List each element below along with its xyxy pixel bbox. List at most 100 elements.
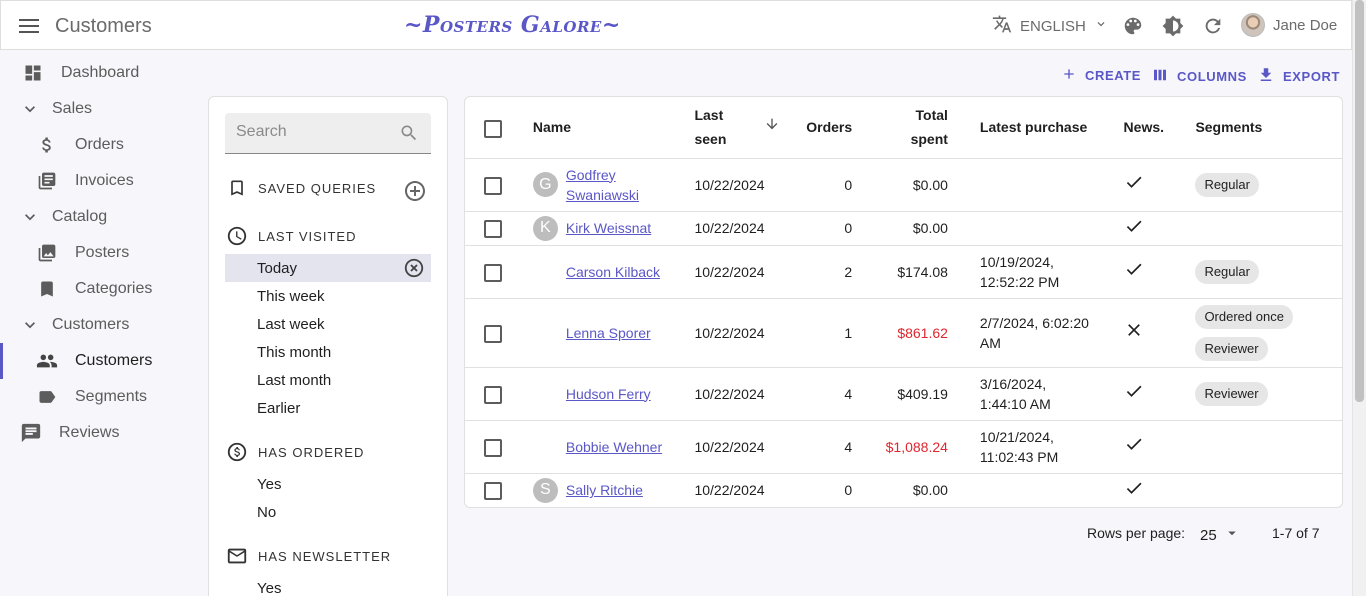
filter-item-today[interactable]: Today <box>225 254 431 282</box>
download-icon <box>1257 66 1275 87</box>
table-row[interactable]: G Godfrey Swaniawski 10/22/2024 0 $0.00 Re… <box>465 158 1342 212</box>
palette-icon[interactable] <box>1121 14 1145 38</box>
sidebar-item-orders[interactable]: Orders <box>35 127 124 163</box>
customer-link[interactable]: Lenna Sporer <box>566 323 651 343</box>
table-row[interactable]: Bobbie Wehner 10/22/2024 4 $1,088.24 10/… <box>465 420 1342 474</box>
row-checkbox[interactable] <box>484 220 502 239</box>
select-all-checkbox[interactable] <box>484 119 502 138</box>
row-checkbox[interactable] <box>484 324 502 343</box>
total-spent-cell: $1,088.24 <box>852 420 964 474</box>
table-row[interactable]: Lenna Sporer 10/22/2024 1 $861.62 2/7/20… <box>465 298 1342 368</box>
comment-icon <box>19 421 43 445</box>
customer-link[interactable]: Bobbie Wehner <box>566 437 662 457</box>
column-header-total-spent[interactable]: Total spent <box>852 97 964 159</box>
filter-item-newsletter-yes[interactable]: Yes <box>225 574 431 596</box>
sidebar-group-catalog[interactable]: Catalog <box>18 199 107 235</box>
column-header-newsletter[interactable]: News. <box>1107 97 1180 159</box>
column-header-last-seen[interactable]: Last seen <box>694 97 793 159</box>
last-seen-cell: 10/22/2024 <box>694 482 765 499</box>
check-icon <box>1124 220 1144 239</box>
column-header-name[interactable]: Name <box>520 97 695 159</box>
table-row[interactable]: Carson Kilback 10/22/2024 2 $174.08 10/1… <box>465 245 1342 299</box>
sidebar-item-customers[interactable]: Customers <box>35 343 152 379</box>
customer-link[interactable]: Kirk Weissnat <box>566 218 651 238</box>
caret-down-icon <box>1223 524 1241 546</box>
add-query-icon[interactable] <box>403 179 427 203</box>
sidebar-item-posters[interactable]: Posters <box>35 235 129 271</box>
filter-item-this-month[interactable]: This month <box>225 338 431 366</box>
column-header-latest-purchase[interactable]: Latest purchase <box>963 97 1108 159</box>
filter-item-ordered-no[interactable]: No <box>225 498 431 526</box>
people-icon <box>35 349 59 373</box>
clear-icon[interactable] <box>403 257 425 279</box>
latest-purchase-cell <box>964 473 1108 507</box>
theme-toggle-icon[interactable] <box>1161 14 1185 38</box>
sidebar-item-label: Segments <box>75 388 148 405</box>
sidebar-item-label: Orders <box>75 136 124 153</box>
dollar-icon <box>35 133 59 157</box>
sidebar-item-segments[interactable]: Segments <box>35 379 147 415</box>
user-menu[interactable]: Jane Doe <box>1241 13 1337 37</box>
create-button[interactable]: CREATE <box>1061 66 1141 85</box>
customer-link[interactable]: Sally Ritchie <box>566 480 643 500</box>
row-checkbox[interactable] <box>484 438 502 457</box>
language-selector[interactable]: ENGLISH <box>992 14 1108 38</box>
last-seen-cell: 10/22/2024 <box>694 211 793 246</box>
last-seen-cell: 10/22/2024 <box>694 420 793 474</box>
column-header-segments: Segments <box>1179 97 1342 159</box>
latest-purchase-cell: 3/16/2024, 1:44:10 AM <box>963 367 1108 421</box>
avatar: S <box>532 477 558 503</box>
table-row[interactable]: Hudson Ferry 10/22/2024 4 $409.19 3/16/2… <box>465 367 1342 421</box>
avatar: G <box>532 172 558 197</box>
sidebar-item-invoices[interactable]: Invoices <box>35 163 134 199</box>
sidebar-item-label: Reviews <box>59 424 120 441</box>
row-checkbox[interactable] <box>484 482 502 501</box>
columns-button[interactable]: COLUMNS <box>1151 66 1247 87</box>
label-icon <box>35 385 59 409</box>
search-input[interactable] <box>236 123 386 141</box>
sidebar-group-sales[interactable]: Sales <box>18 91 92 127</box>
customer-link[interactable]: Carson Kilback <box>566 262 660 282</box>
sidebar-item-label: Sales <box>52 100 93 117</box>
has-ordered-header: HAS ORDERED <box>226 441 364 463</box>
sidebar-item-reviews[interactable]: Reviews <box>19 415 119 451</box>
has-newsletter-header: HAS NEWSLETTER <box>226 545 391 567</box>
total-spent-cell: $174.08 <box>852 245 964 299</box>
check-icon <box>1124 385 1144 404</box>
menu-icon[interactable] <box>15 12 43 40</box>
brand-logo: ~Posters Galore~ <box>404 12 621 38</box>
table-row[interactable]: S Sally Ritchie 10/22/2024 0 $0.00 <box>465 473 1342 507</box>
translate-icon <box>992 14 1012 38</box>
total-spent-cell: $0.00 <box>852 211 964 246</box>
page-scrollbar[interactable] <box>1352 0 1366 596</box>
row-checkbox[interactable] <box>484 385 502 404</box>
sidebar-group-customers[interactable]: Customers <box>18 307 129 343</box>
column-header-orders[interactable]: Orders <box>792 97 853 159</box>
table-row[interactable]: K Kirk Weissnat 10/22/2024 0 $0.00 <box>465 211 1342 246</box>
filter-item-ordered-yes[interactable]: Yes <box>225 470 431 498</box>
customer-link[interactable]: Hudson Ferry <box>566 384 651 404</box>
export-button[interactable]: EXPORT <box>1257 66 1340 87</box>
sidebar-item-categories[interactable]: Categories <box>35 271 152 307</box>
rows-per-page-label: Rows per page: <box>1087 525 1186 541</box>
latest-purchase-cell <box>963 211 1108 246</box>
row-checkbox[interactable] <box>484 263 502 282</box>
chevron-down-icon <box>18 205 42 229</box>
rows-per-page-select[interactable]: 25 <box>1200 524 1241 546</box>
sidebar-item-dashboard[interactable]: Dashboard <box>21 55 139 91</box>
filter-item-this-week[interactable]: This week <box>225 282 431 310</box>
latest-purchase-cell: 10/21/2024, 11:02:43 PM <box>963 420 1108 474</box>
filter-item-last-week[interactable]: Last week <box>225 310 431 338</box>
filter-sidebar: SAVED QUERIES LAST VISITED Today This we… <box>208 96 448 596</box>
sidebar-item-label: Customers <box>52 316 130 333</box>
filter-item-earlier[interactable]: Earlier <box>225 394 431 422</box>
scrollbar-thumb[interactable] <box>1355 0 1364 402</box>
customer-link[interactable]: Godfrey Swaniawski <box>566 165 639 205</box>
row-checkbox[interactable] <box>484 176 502 195</box>
table-header-row: Name Last seen Orders Total spent Latest p… <box>465 97 1342 159</box>
refresh-icon[interactable] <box>1201 14 1225 38</box>
check-icon <box>1124 438 1144 457</box>
filter-item-last-month[interactable]: Last month <box>225 366 431 394</box>
total-spent-cell: $861.62 <box>852 298 964 368</box>
search-field[interactable] <box>225 113 431 154</box>
